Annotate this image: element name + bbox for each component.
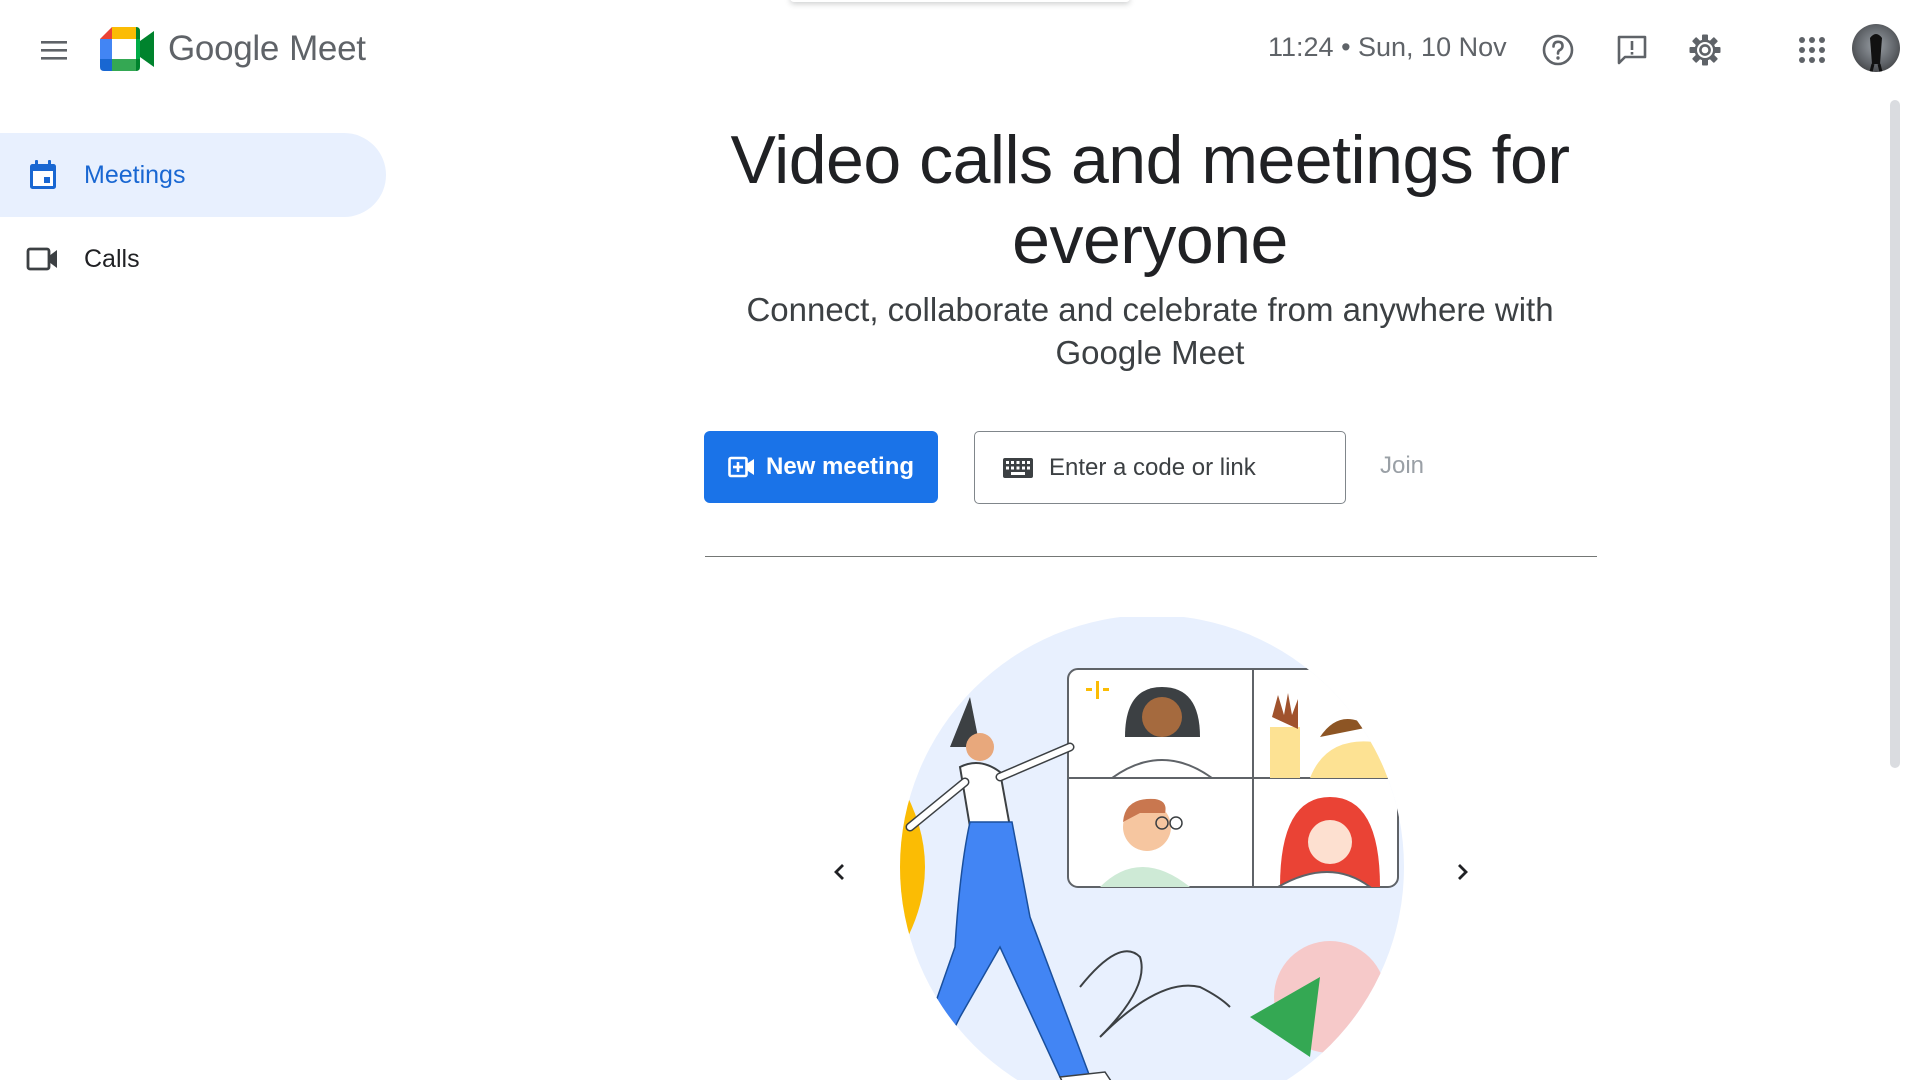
brand-google-text: Google <box>168 29 280 68</box>
help-button[interactable] <box>1536 28 1580 72</box>
google-apps-button[interactable] <box>1790 28 1834 72</box>
page-title: Video calls and meetings for everyone <box>730 122 1570 278</box>
keyboard-icon <box>1003 457 1033 478</box>
google-meet-logo[interactable]: Google Meet <box>100 24 366 74</box>
sidebar-item-label: Meetings <box>84 160 186 189</box>
calendar-icon <box>26 158 60 192</box>
sidebar-item-label: Calls <box>84 244 140 273</box>
settings-button[interactable] <box>1683 28 1727 72</box>
video-call-illustration <box>900 617 1404 1080</box>
current-datetime: 11:24 • Sun, 10 Nov <box>1268 32 1507 62</box>
settings-icon <box>1689 34 1721 66</box>
carousel-previous-button[interactable] <box>818 850 862 894</box>
join-button[interactable]: Join <box>1380 452 1424 480</box>
sidebar-item-calls[interactable]: Calls <box>0 217 386 301</box>
account-avatar[interactable] <box>1852 24 1900 72</box>
meet-logo-icon <box>100 27 154 71</box>
apps-grid-icon <box>1799 37 1825 63</box>
divider <box>705 556 1597 557</box>
feedback-button[interactable] <box>1610 28 1654 72</box>
top-edge-shadow <box>790 0 1130 2</box>
chevron-left-icon <box>834 864 844 880</box>
brand-name: Google Meet <box>168 29 366 69</box>
sidebar-item-meetings[interactable]: Meetings <box>0 133 386 217</box>
page-subtitle: Connect, collaborate and celebrate from … <box>746 291 1554 371</box>
help-icon <box>1542 34 1574 66</box>
menu-icon <box>41 41 67 60</box>
feedback-icon <box>1617 35 1647 65</box>
brand-meet-text: Meet <box>289 29 366 68</box>
meeting-code-input[interactable] <box>1047 452 1331 483</box>
main-menu-button[interactable] <box>34 30 74 70</box>
video-camera-icon <box>26 242 60 276</box>
avatar-image <box>1869 34 1883 72</box>
chevron-right-icon <box>1458 864 1468 880</box>
new-meeting-label: New meeting <box>765 453 915 480</box>
meeting-code-field[interactable] <box>974 431 1346 504</box>
carousel-next-button[interactable] <box>1440 850 1484 894</box>
new-meeting-button[interactable]: New meeting <box>704 431 938 503</box>
vertical-scrollbar[interactable] <box>1890 100 1900 768</box>
video-plus-icon <box>728 456 754 478</box>
